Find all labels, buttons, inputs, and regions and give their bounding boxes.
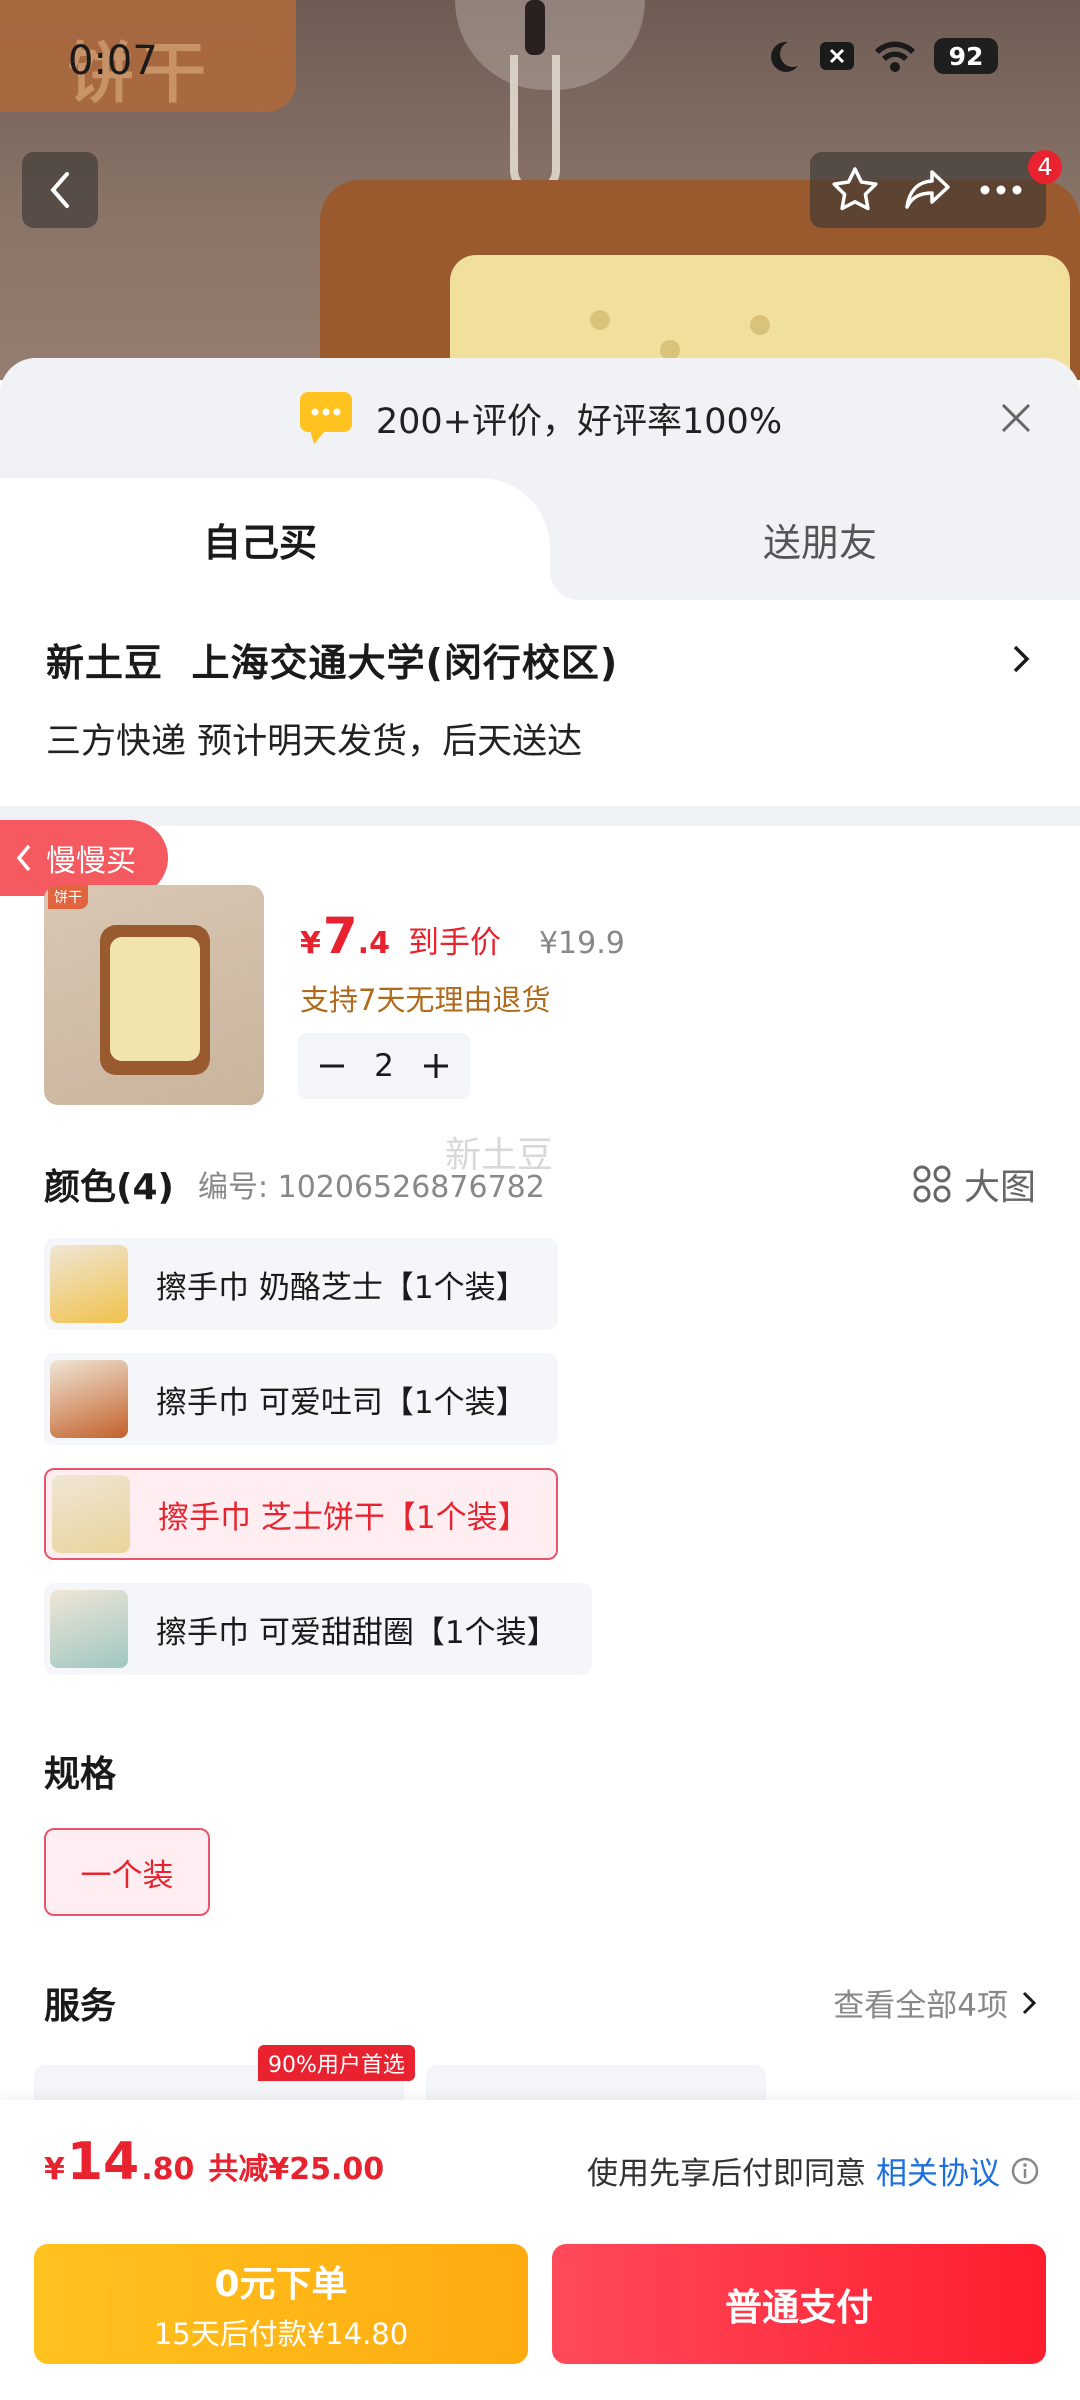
address-title: 新土豆 上海交通大学(闵行校区)	[46, 641, 619, 685]
plus-icon[interactable]	[422, 1052, 450, 1080]
grid-icon	[913, 1165, 951, 1203]
total-integer: 14	[66, 2132, 140, 2192]
address-section[interactable]: 新土豆 上海交通大学(闵行校区) 三方快递 预计明天发货，后天送达	[0, 600, 1080, 806]
product-code: 编号: 10206526876782	[197, 1170, 545, 1205]
spec-title: 规格	[44, 1754, 117, 1795]
big-image-button[interactable]: 大图	[912, 1158, 1036, 1210]
nav-actions	[810, 152, 1046, 228]
thumb-cracker	[110, 937, 200, 1061]
wifi-icon	[875, 41, 915, 72]
option-label: 擦手巾 可爱甜甜圈【1个装】	[156, 1614, 558, 1651]
color-option[interactable]: 擦手巾 奶酪芝士【1个装】	[44, 1238, 558, 1330]
option-swatch	[50, 1245, 128, 1323]
total-decimal: .80	[141, 2152, 195, 2187]
quantity-value[interactable]: 2	[374, 1048, 394, 1084]
product-summary: 饼干 ¥ 7 .4 到手价 ¥19.9 支持7天无理由退货 2	[44, 885, 1044, 1105]
service-title: 服务	[44, 1986, 117, 2027]
total-discount: 共减¥25.00	[208, 2152, 385, 2187]
color-title: 颜色(4)	[44, 1167, 174, 1208]
status-icons: 92	[766, 38, 998, 74]
product-thumbnail[interactable]: 饼干	[44, 885, 264, 1105]
battery-indicator: 92	[934, 38, 998, 74]
slow-buy-label: 慢慢买	[46, 844, 136, 879]
option-swatch	[50, 1360, 128, 1438]
spec-option-selected[interactable]: 一个装	[44, 1828, 210, 1916]
chevron-right-icon	[1022, 1991, 1036, 2014]
big-image-label: 大图	[963, 1167, 1036, 1208]
color-header: 颜色(4) 编号: 10206526876782 大图	[44, 1158, 1044, 1210]
original-price: ¥19.9	[538, 926, 625, 961]
price-row: ¥ 7 .4 到手价 ¥19.9	[300, 907, 625, 965]
notification-badge: 4	[1028, 150, 1062, 184]
section-divider	[0, 806, 1080, 826]
option-label: 擦手巾 芝士饼干【1个装】	[158, 1499, 529, 1536]
color-option[interactable]: 擦手巾 可爱甜甜圈【1个装】	[44, 1583, 592, 1675]
chat-bubble-icon	[299, 392, 352, 444]
pay-later-button[interactable]: 0元下单 15天后付款¥14.80	[34, 2244, 528, 2364]
agreement-link[interactable]: 相关协议	[876, 2148, 1000, 2193]
purchase-tabs: 自己买 送朋友	[0, 478, 1080, 600]
chevron-left-icon	[16, 844, 31, 872]
price-integer: 7	[322, 907, 358, 965]
quantity-stepper: 2	[298, 1033, 470, 1099]
total-currency: ¥	[44, 2152, 65, 2187]
option-swatch	[50, 1590, 128, 1668]
agreement-text: 使用先享后付即同意	[587, 2156, 866, 2192]
moon-icon	[771, 41, 798, 72]
more-icon[interactable]	[975, 164, 1027, 216]
info-icon[interactable]	[1010, 2156, 1040, 2186]
pay-later-title: 0元下单	[214, 2264, 348, 2305]
checkout-bar: ¥ 14 .80 共减¥25.00 使用先享后付即同意 相关协议 0元下单 15…	[0, 2100, 1080, 2400]
color-option-selected[interactable]: 擦手巾 芝士饼干【1个装】	[44, 1468, 558, 1560]
review-banner: 200+评价，好评率100%	[0, 358, 1080, 478]
total-price: ¥ 14 .80 共减¥25.00	[44, 2132, 384, 2192]
price-label: 到手价	[407, 925, 501, 961]
option-label: 擦手巾 可爱吐司【1个装】	[156, 1384, 527, 1421]
back-button[interactable]	[22, 152, 98, 228]
status-bar: 0:07 92	[0, 0, 1080, 120]
option-label: 擦手巾 奶酪芝士【1个装】	[156, 1269, 527, 1306]
clock: 0:07	[68, 38, 158, 84]
color-option[interactable]: 擦手巾 可爱吐司【1个装】	[44, 1353, 558, 1445]
star-icon[interactable]	[829, 164, 881, 216]
share-icon[interactable]	[902, 164, 954, 216]
notification-off-icon	[820, 42, 854, 70]
chevron-left-icon	[50, 172, 69, 208]
view-all-services[interactable]: 查看全部4项	[833, 1980, 1036, 2025]
popular-tag: 90%用户首选	[258, 2045, 415, 2081]
close-icon[interactable]	[1000, 402, 1032, 434]
view-all-label: 查看全部4项	[833, 1988, 1008, 2024]
price-decimal: .4	[357, 926, 390, 961]
option-swatch	[52, 1475, 130, 1553]
price-currency: ¥	[300, 926, 321, 961]
agreement-notice: 使用先享后付即同意 相关协议	[587, 2148, 1040, 2193]
review-summary: 200+评价，好评率100%	[375, 401, 783, 442]
normal-pay-button[interactable]: 普通支付	[552, 2244, 1046, 2364]
chevron-right-icon	[1013, 645, 1030, 673]
refund-policy: 支持7天无理由退货	[300, 983, 551, 1017]
delivery-estimate: 三方快递 预计明天发货，后天送达	[46, 722, 583, 762]
tab-send-to-friend[interactable]: 送朋友	[600, 478, 1040, 600]
minus-icon[interactable]	[318, 1052, 346, 1080]
tab-buy-for-self[interactable]: 自己买	[0, 478, 580, 600]
thumb-tag: 饼干	[48, 885, 88, 909]
pay-later-subtitle: 15天后付款¥14.80	[153, 2317, 409, 2351]
